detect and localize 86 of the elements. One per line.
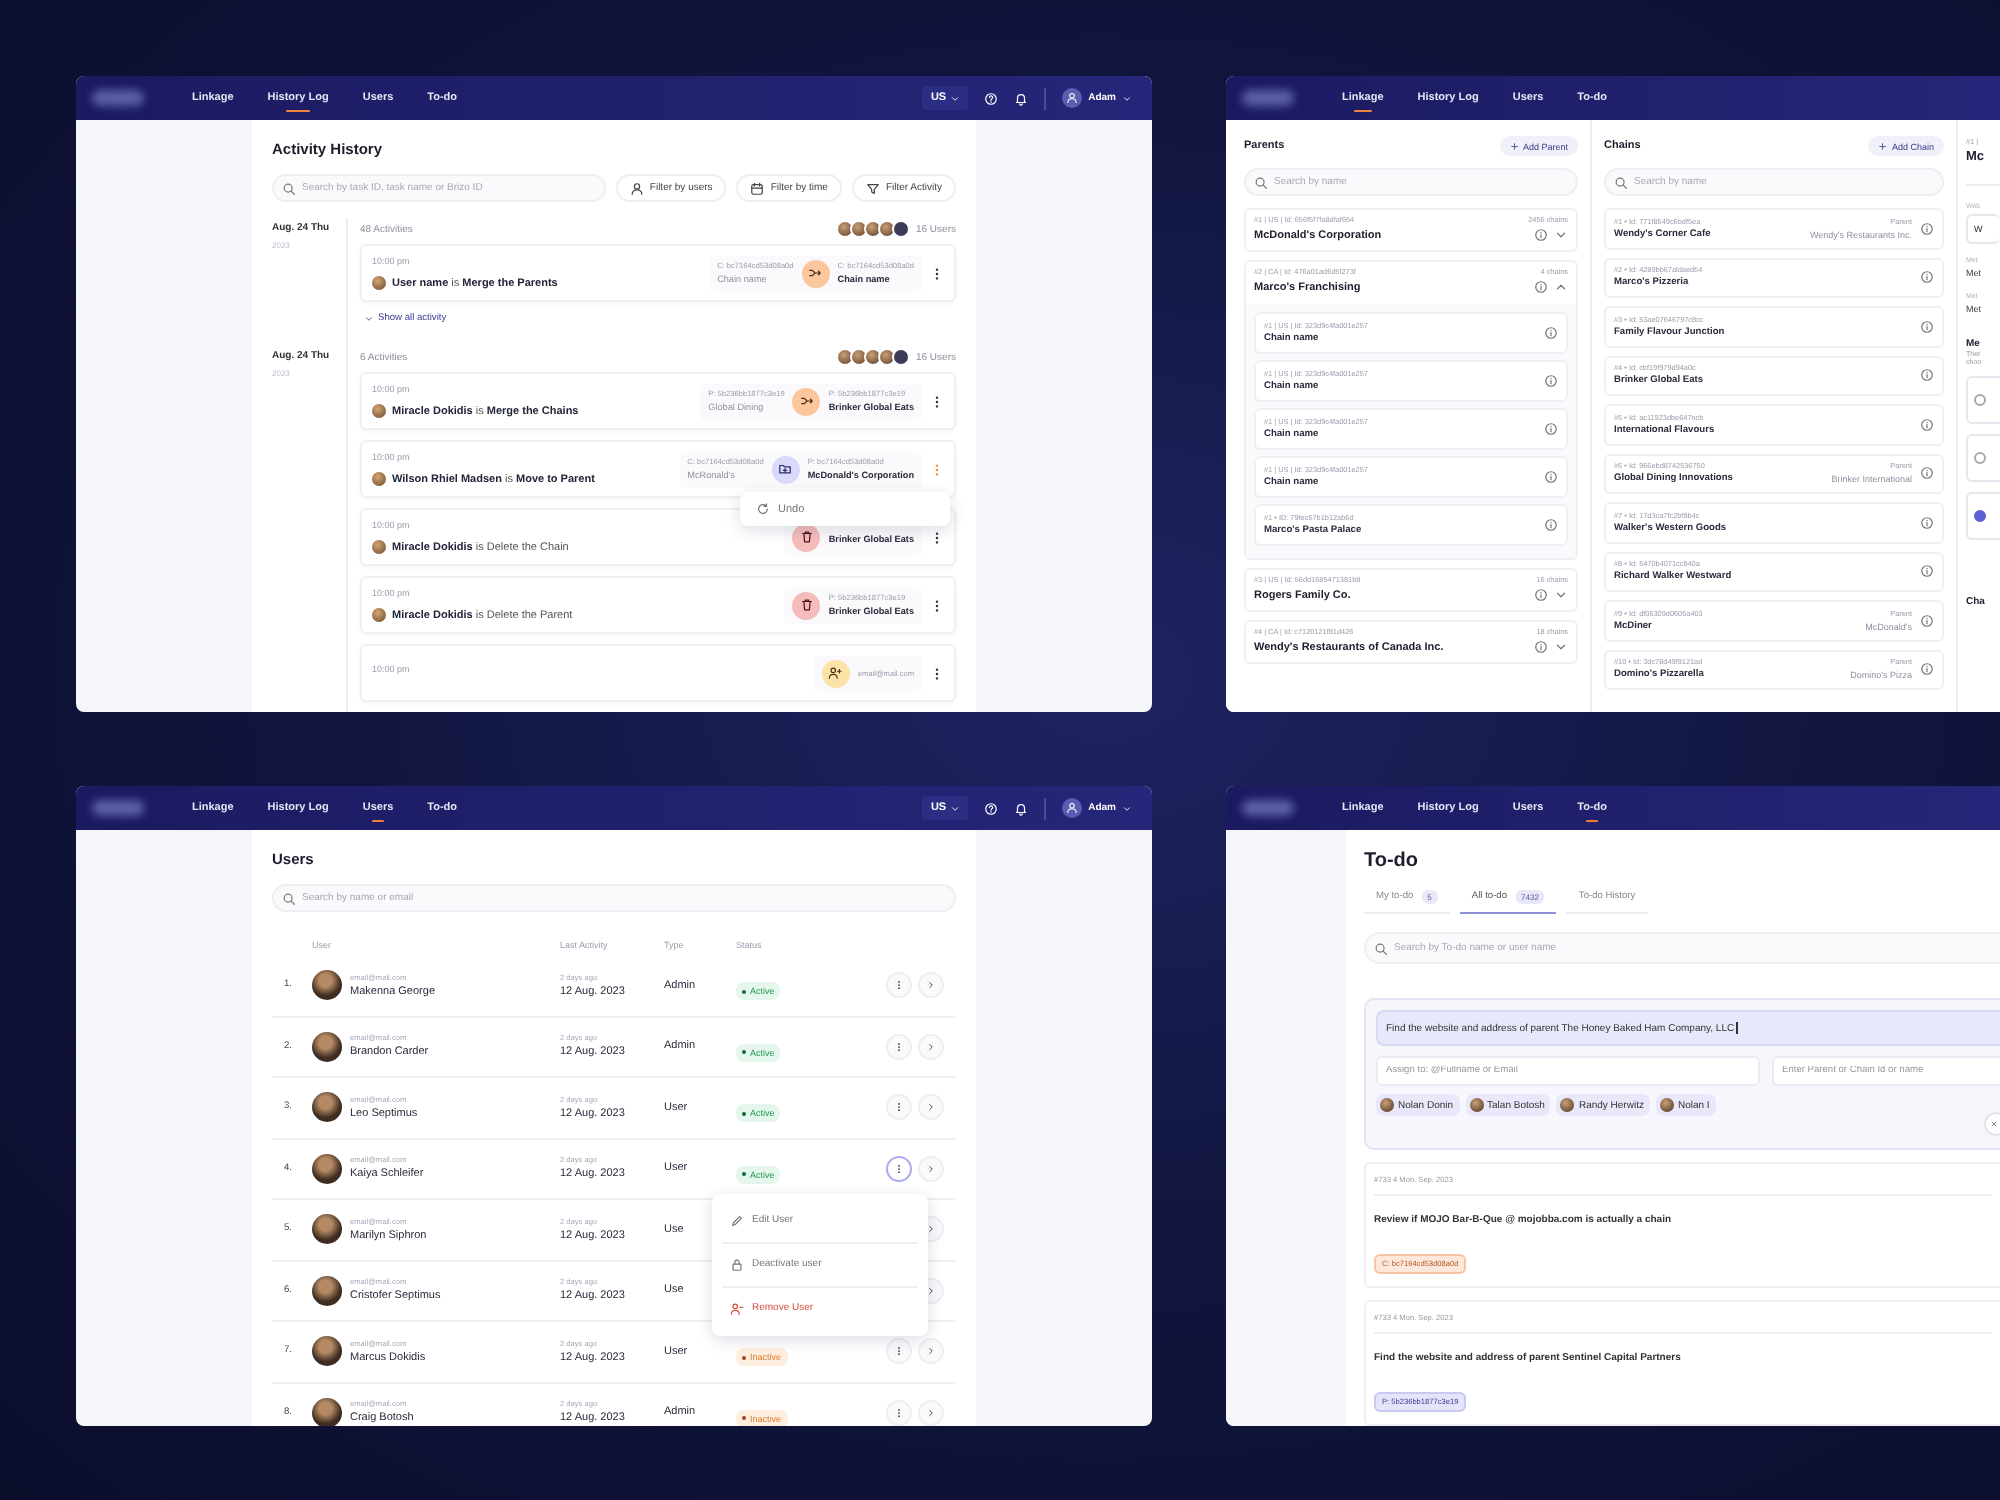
trash-icon bbox=[799, 530, 814, 544]
avatar-icon bbox=[372, 472, 386, 486]
kebab-icon[interactable] bbox=[930, 665, 944, 681]
chevron-down-icon bbox=[364, 314, 374, 324]
remove-person-icon bbox=[730, 1301, 744, 1315]
help-icon[interactable] bbox=[984, 91, 999, 105]
avatar-icon bbox=[312, 1031, 342, 1062]
bell-icon[interactable] bbox=[1014, 91, 1029, 105]
info-icon[interactable] bbox=[1534, 228, 1548, 242]
option-card[interactable] bbox=[1966, 492, 2000, 540]
info-icon[interactable] bbox=[1920, 466, 1934, 481]
info-icon[interactable] bbox=[1920, 417, 1934, 432]
info-icon[interactable] bbox=[1920, 221, 1934, 236]
kebab-icon[interactable] bbox=[930, 393, 944, 409]
blurred-logo bbox=[1242, 800, 1294, 816]
undo-icon bbox=[756, 502, 770, 516]
info-icon[interactable] bbox=[1544, 422, 1558, 436]
info-icon[interactable] bbox=[1920, 564, 1934, 579]
blurred-logo bbox=[92, 800, 144, 816]
plus-icon bbox=[1509, 141, 1519, 151]
avatar-icon bbox=[372, 404, 386, 418]
avatar-icon bbox=[372, 540, 386, 554]
chevron-down-icon[interactable] bbox=[1554, 640, 1568, 654]
avatar-icon bbox=[312, 1336, 342, 1367]
merge-arrow-icon bbox=[799, 394, 814, 408]
page-title: To-do bbox=[1364, 850, 1421, 872]
avatar-icon bbox=[372, 276, 386, 290]
plus-icon bbox=[1878, 141, 1888, 151]
info-icon[interactable] bbox=[1534, 640, 1548, 654]
kebab-icon[interactable] bbox=[930, 265, 944, 281]
chevron-down-icon bbox=[950, 803, 961, 813]
radio-button[interactable] bbox=[1974, 510, 1986, 522]
chevron-down-icon bbox=[1122, 93, 1132, 103]
info-icon[interactable] bbox=[1920, 319, 1934, 334]
info-icon[interactable] bbox=[1534, 588, 1548, 602]
lock-icon bbox=[730, 1257, 744, 1271]
person-icon bbox=[629, 181, 644, 195]
calendar-icon bbox=[750, 181, 765, 195]
avatar-icon bbox=[372, 608, 386, 622]
add-person-icon bbox=[828, 666, 843, 680]
help-icon[interactable] bbox=[984, 801, 999, 815]
person-icon bbox=[1066, 802, 1079, 814]
chevron-right-icon bbox=[926, 1041, 936, 1052]
info-icon[interactable] bbox=[1920, 662, 1934, 677]
avatar-icon bbox=[312, 970, 342, 1001]
kebab-icon[interactable] bbox=[930, 597, 944, 613]
chevron-down-icon[interactable] bbox=[1554, 228, 1568, 242]
info-icon[interactable] bbox=[1920, 613, 1934, 628]
info-icon[interactable] bbox=[1920, 515, 1934, 530]
chevron-down-icon bbox=[1122, 803, 1132, 813]
info-icon[interactable] bbox=[1920, 368, 1934, 383]
chevron-right-icon bbox=[926, 1285, 936, 1296]
blurred-logo bbox=[92, 90, 144, 106]
chevron-up-icon[interactable] bbox=[1554, 280, 1568, 294]
avatar-icon bbox=[312, 1275, 342, 1306]
avatar-stack bbox=[839, 220, 910, 238]
chevron-down-icon[interactable] bbox=[1554, 588, 1568, 602]
chevron-right-icon bbox=[926, 980, 936, 991]
chevron-right-icon bbox=[926, 1346, 936, 1357]
chevron-right-icon bbox=[926, 1224, 936, 1235]
pencil-icon bbox=[730, 1213, 744, 1227]
avatar-icon bbox=[312, 1153, 342, 1184]
chevron-right-icon bbox=[926, 1102, 936, 1113]
merge-arrow-icon bbox=[808, 266, 823, 280]
kebab-icon[interactable] bbox=[930, 529, 944, 545]
radio-button[interactable] bbox=[1974, 394, 1986, 406]
chevron-right-icon bbox=[926, 1163, 936, 1174]
info-icon[interactable] bbox=[1920, 270, 1934, 285]
avatar-icon bbox=[312, 1214, 342, 1245]
trash-icon bbox=[799, 598, 814, 612]
folder-icon bbox=[778, 462, 793, 476]
info-icon[interactable] bbox=[1544, 518, 1558, 532]
info-icon[interactable] bbox=[1544, 326, 1558, 340]
bell-icon[interactable] bbox=[1014, 801, 1029, 815]
person-icon bbox=[1066, 92, 1079, 104]
avatar-icon bbox=[312, 1397, 342, 1426]
info-icon[interactable] bbox=[1544, 374, 1558, 388]
blurred-logo bbox=[1242, 90, 1294, 106]
radio-button[interactable] bbox=[1974, 452, 1986, 464]
avatar-icon bbox=[312, 1092, 342, 1123]
info-icon[interactable] bbox=[1544, 470, 1558, 484]
funnel-icon bbox=[865, 181, 880, 195]
chevron-right-icon bbox=[926, 1407, 936, 1418]
chevron-down-icon bbox=[950, 93, 961, 103]
avatar-stack bbox=[839, 348, 910, 366]
info-icon[interactable] bbox=[1534, 280, 1548, 294]
